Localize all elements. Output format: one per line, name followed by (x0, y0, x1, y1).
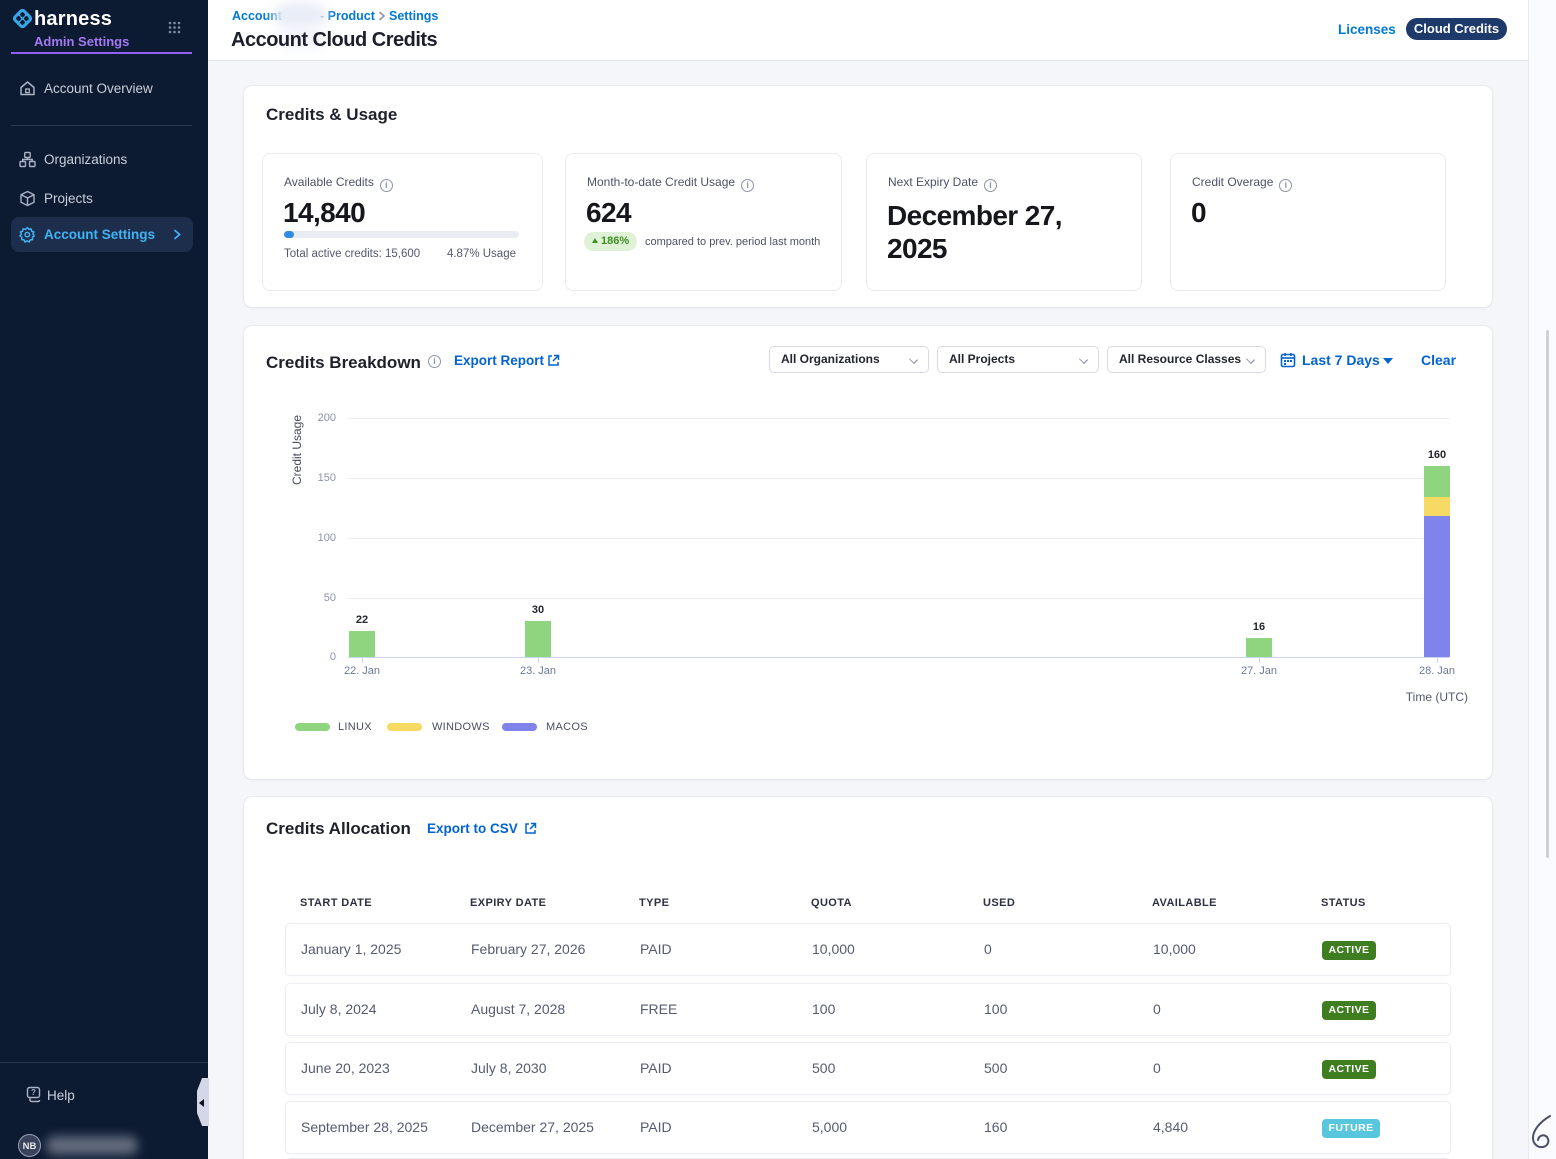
svg-text:?: ? (31, 1088, 36, 1097)
